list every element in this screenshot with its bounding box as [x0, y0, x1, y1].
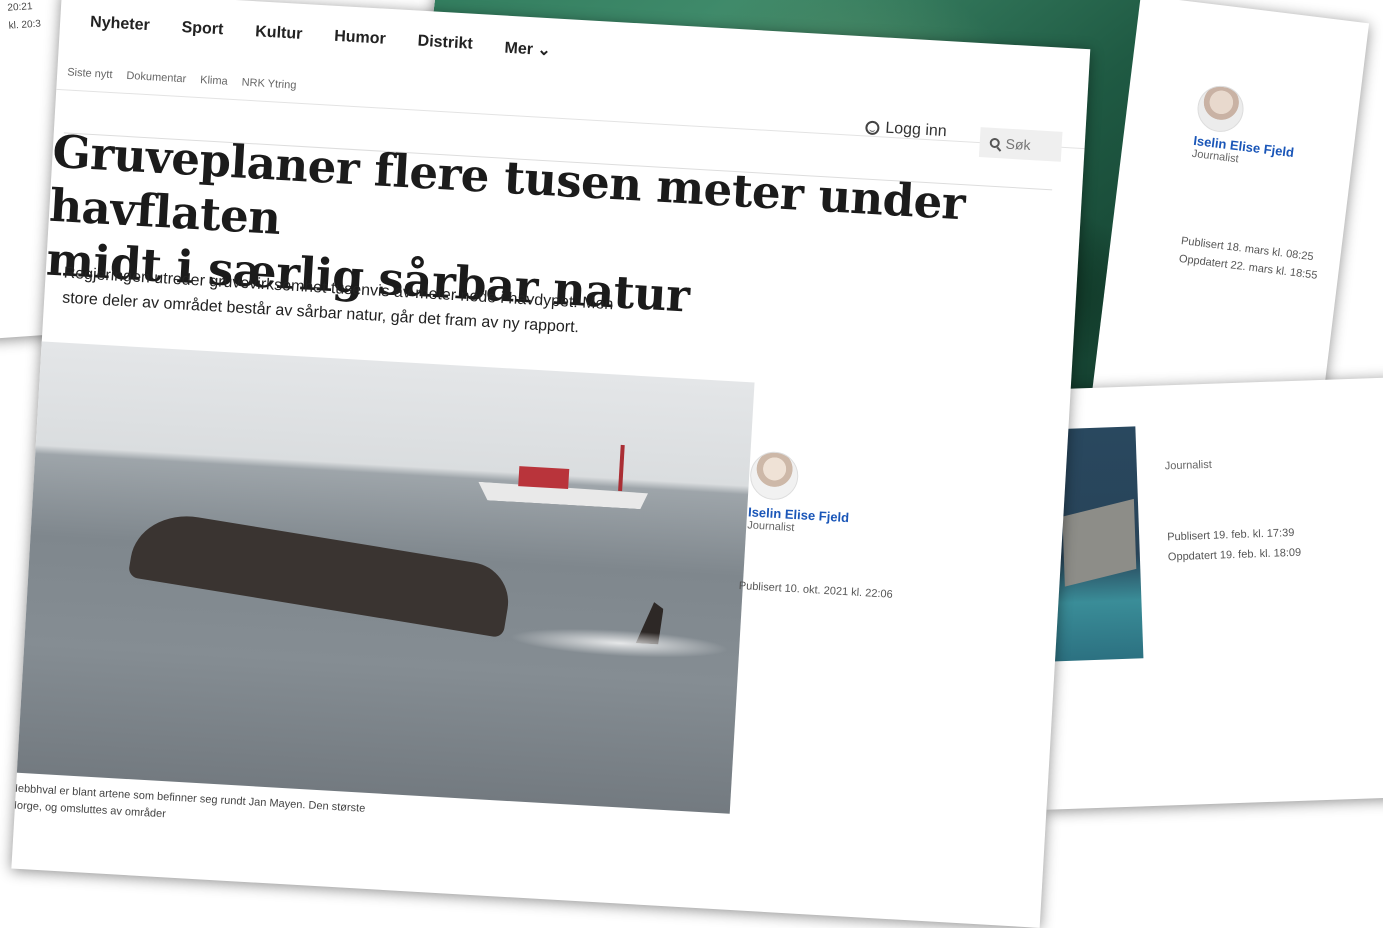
subnav-item-ytring[interactable]: NRK Ytring — [241, 77, 296, 92]
photo-object — [1062, 498, 1137, 587]
nav-item-distrikt[interactable]: Distrikt — [417, 33, 473, 56]
nav-item-kultur[interactable]: Kultur — [255, 23, 303, 46]
login-label: Logg inn — [884, 119, 948, 141]
article-photo-whale[interactable] — [11, 341, 755, 814]
timestamp: 20:21 — [7, 1, 33, 14]
whale-shape — [127, 507, 515, 639]
nav-item-more[interactable]: Mer ⌄ — [504, 38, 551, 61]
user-icon — [865, 120, 880, 136]
nav-item-nyheter[interactable]: Nyheter — [90, 14, 150, 37]
splash-shape — [508, 623, 730, 663]
avatar[interactable] — [748, 450, 800, 502]
timestamp: kl. 20:3 — [8, 18, 42, 32]
search-box[interactable] — [978, 127, 1063, 162]
author-byline: Iselin Elise Fjeld Journalist — [747, 450, 951, 542]
login-button[interactable]: Logg inn — [865, 118, 947, 141]
nav-item-sport[interactable]: Sport — [181, 19, 224, 41]
avatar[interactable] — [1194, 83, 1247, 135]
subnav-item-klima[interactable]: Klima — [200, 74, 228, 88]
subnav-item-dokumentar[interactable]: Dokumentar — [126, 70, 187, 85]
background-article-middle: Journalist Publisert 19. feb. kl. 17:39 … — [1032, 376, 1383, 810]
subnav-item-siste-nytt[interactable]: Siste nytt — [67, 66, 113, 81]
ship-shape — [477, 444, 649, 512]
publish-info: Publisert 19. feb. kl. 17:39 Oppdatert 1… — [1167, 523, 1302, 568]
search-icon — [989, 137, 1001, 149]
nav-item-humor[interactable]: Humor — [334, 28, 386, 51]
main-article-page: Nyheter Sport Kultur Humor Distrikt Mer … — [11, 0, 1091, 928]
author-byline: Iselin Elise Fjeld Journalist — [1191, 83, 1359, 179]
sub-nav: Siste nytt Dokumentar Klima NRK Ytring — [67, 66, 297, 91]
published-date: Publisert 10. okt. 2021 kl. 22:06 — [738, 579, 894, 601]
author-role: Journalist — [1164, 458, 1213, 473]
updated-date: Oppdatert 19. feb. kl. 18:09 — [1167, 546, 1302, 564]
publish-info: Publisert 18. mars kl. 08:25 Oppdatert 2… — [1178, 232, 1321, 285]
main-nav: Nyheter Sport Kultur Humor Distrikt Mer … — [90, 14, 552, 61]
search-input[interactable] — [1005, 135, 1057, 155]
